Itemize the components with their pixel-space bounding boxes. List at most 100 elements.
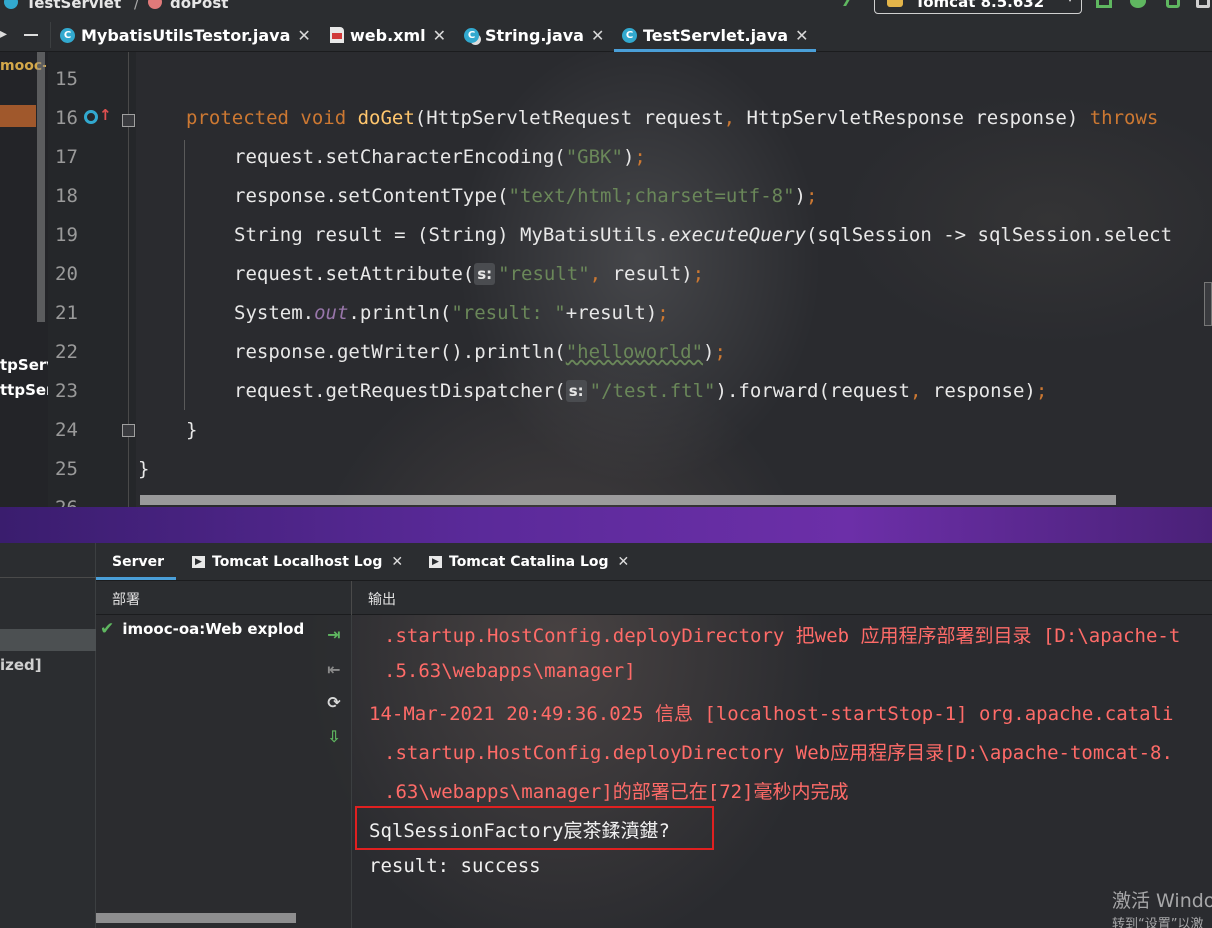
tab-server[interactable]: Server: [112, 543, 164, 581]
tab-web-xml[interactable]: web.xml ✕: [330, 18, 446, 52]
line-number: 21: [55, 302, 78, 324]
code-line[interactable]: System.out.println("result: "+result);: [234, 302, 669, 324]
code-line[interactable]: response.getWriter().println("helloworld…: [234, 341, 726, 363]
column-divider: [351, 581, 352, 615]
deploy-icon[interactable]: ⇥: [324, 625, 344, 645]
close-icon[interactable]: ✕: [618, 554, 630, 570]
code-token: response.setContentType(: [234, 185, 509, 207]
code-token: ;: [657, 302, 669, 324]
selected-server-row[interactable]: [0, 629, 96, 651]
line-number: 15: [55, 68, 78, 90]
fold-method-icon[interactable]: [122, 114, 135, 127]
close-icon[interactable]: ✕: [591, 26, 604, 45]
run-icon[interactable]: [1096, 0, 1112, 8]
tab-label: TestServlet.java: [643, 25, 789, 45]
deployment-item[interactable]: ✔ imooc-oa:Web explod: [100, 619, 314, 641]
terminal-icon: ▶: [429, 556, 442, 568]
line-number: 19: [55, 224, 78, 246]
log-line: .startup.HostConfig.deployDirectory 把web…: [384, 625, 1181, 647]
code-token: ): [622, 146, 635, 168]
code-token: result): [601, 263, 693, 285]
terminal-icon: ▶: [192, 556, 205, 568]
tab-mybatisutilstestor[interactable]: C MybatisUtilsTestor.java ✕: [60, 18, 311, 52]
method-icon: [148, 0, 162, 9]
deployment-list: ✔ imooc-oa:Web explod: [96, 615, 352, 928]
tab-string-java[interactable]: C String.java ✕: [464, 18, 604, 52]
code-line[interactable]: }: [138, 458, 149, 480]
code-line[interactable]: response.setContentType("text/html;chars…: [234, 185, 817, 207]
project-tool-window: mooc-o tpServ ttpSer: [0, 52, 48, 507]
override-method-icon[interactable]: [84, 110, 98, 124]
line-number: 17: [55, 146, 78, 168]
parameter-hint: s:: [565, 380, 587, 402]
refresh-icon[interactable]: ⟳: [324, 693, 344, 713]
tab-label: MybatisUtilsTestor.java: [81, 25, 291, 45]
code-line[interactable]: }: [186, 419, 197, 441]
code-token: request.setCharacterEncoding(: [234, 146, 566, 168]
tool-window-divider: [0, 507, 1212, 543]
fold-end-icon[interactable]: [122, 424, 135, 437]
horizontal-scrollbar[interactable]: [140, 495, 1116, 505]
breadcrumb-class[interactable]: TestServlet: [26, 0, 121, 12]
code-token: "GBK": [565, 146, 623, 168]
class-icon: C: [622, 27, 637, 43]
run-configuration-select[interactable]: Tomcat 8.5.632 ▾: [874, 0, 1082, 14]
collapse-icon[interactable]: ▸: [0, 26, 7, 42]
tab-tomcat-localhost-log[interactable]: ▶ Tomcat Localhost Log ✕: [192, 543, 403, 581]
vertical-scrollbar[interactable]: [37, 52, 45, 322]
project-tree-item[interactable]: ttpSer: [0, 381, 48, 399]
project-tree-item[interactable]: tpServ: [0, 356, 48, 374]
code-line[interactable]: String result = (String) MyBatisUtils.ex…: [234, 224, 1172, 246]
tab-label: Tomcat Localhost Log: [212, 554, 383, 570]
download-icon[interactable]: ⇩: [324, 727, 344, 747]
code-token: ,: [909, 380, 922, 402]
code-token: out: [314, 302, 349, 324]
undeploy-icon[interactable]: ⇤: [324, 660, 344, 680]
server-item-fragment[interactable]: ized]: [0, 656, 42, 674]
code-line[interactable]: protected void doGet(HttpServletRequest …: [186, 107, 1158, 129]
close-icon[interactable]: ✕: [297, 26, 310, 45]
selected-tree-row[interactable]: [0, 105, 36, 127]
navigation-bar: TestServlet / doPost Tomcat 8.5.632 ▾: [0, 0, 1212, 18]
code-token: ;: [805, 185, 818, 207]
code-token: throws: [1089, 107, 1159, 129]
active-tab-underline: [614, 49, 816, 52]
code-token: request.getRequestDispatcher(: [234, 380, 566, 402]
breadcrumb-separator: /: [134, 0, 140, 12]
line-number: 18: [55, 185, 78, 207]
class-locked-icon: C: [464, 27, 479, 43]
debug-icon[interactable]: [1130, 0, 1146, 8]
log-line: .63\webapps\manager]的部署已在[72]毫秒内完成: [384, 781, 849, 803]
breadcrumb-method[interactable]: doPost: [170, 0, 228, 12]
tab-tomcat-catalina-log[interactable]: ▶ Tomcat Catalina Log ✕: [429, 543, 629, 581]
code-token: }: [186, 419, 198, 441]
code-line[interactable]: request.setAttribute(s: "result", result)…: [234, 263, 704, 285]
tab-testservlet[interactable]: C TestServlet.java ✕: [622, 18, 808, 52]
line-number: 23: [55, 380, 78, 402]
close-icon[interactable]: ✕: [433, 26, 446, 45]
code-token: executeQuery: [668, 224, 806, 246]
code-token: ): [794, 185, 806, 207]
output-line: result: success: [369, 855, 541, 877]
code-token: HttpServletResponse response): [735, 107, 1090, 129]
deployment-scrollbar[interactable]: [96, 913, 296, 923]
watermark-title: 激活 Windo: [1112, 890, 1212, 912]
code-token: "text/html;charset=utf-8": [508, 185, 795, 207]
code-line[interactable]: request.getRequestDispatcher(s: "/test.ft…: [234, 380, 1047, 402]
code-token: doGet: [357, 107, 415, 129]
build-hammer-icon[interactable]: [843, 0, 861, 6]
panel-divider: [0, 577, 96, 578]
code-token: protected void: [186, 107, 358, 129]
line-number: 24: [55, 419, 78, 441]
code-token: +result): [565, 302, 658, 324]
code-token: .println(: [348, 302, 452, 324]
profile-icon[interactable]: [1196, 0, 1210, 8]
close-icon[interactable]: ✕: [795, 26, 808, 45]
coverage-icon[interactable]: [1166, 0, 1180, 8]
code-token: ;: [1035, 380, 1048, 402]
chevron-down-icon: ▾: [1067, 0, 1073, 5]
close-icon[interactable]: ✕: [391, 554, 403, 570]
minimize-icon[interactable]: [24, 34, 38, 36]
code-line[interactable]: request.setCharacterEncoding("GBK");: [234, 146, 646, 168]
tab-label: Server: [112, 554, 165, 570]
